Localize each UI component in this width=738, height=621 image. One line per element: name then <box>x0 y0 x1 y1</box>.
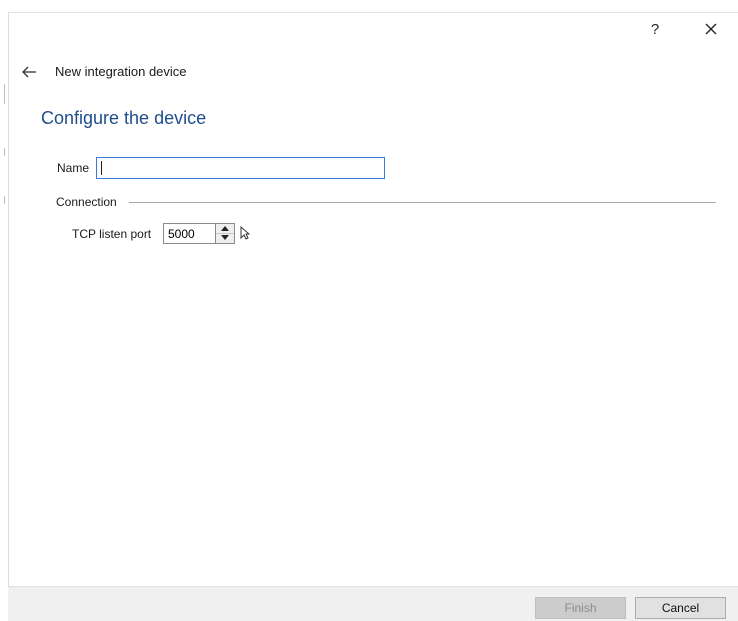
back-button[interactable] <box>18 62 40 82</box>
tcp-port-label: TCP listen port <box>72 227 152 241</box>
name-input[interactable] <box>96 157 385 179</box>
tcp-port-input[interactable] <box>166 225 218 242</box>
arrow-left-icon <box>22 66 36 78</box>
page-heading: Configure the device <box>41 108 207 128</box>
mouse-pointer-icon <box>240 226 250 240</box>
help-button[interactable]: ? <box>640 18 670 40</box>
text-caret <box>101 161 102 175</box>
header-title: New integration device <box>55 64 187 79</box>
close-icon <box>705 23 717 35</box>
triangle-up-icon <box>221 226 229 231</box>
window-edge <box>0 0 8 621</box>
cancel-button[interactable]: Cancel <box>635 597 726 619</box>
spin-down-button[interactable] <box>216 233 234 242</box>
help-label: ? <box>650 20 660 38</box>
close-button[interactable] <box>696 18 726 40</box>
connection-group-label: Connection <box>56 195 117 209</box>
name-label: Name <box>57 161 90 175</box>
spin-buttons <box>215 224 234 243</box>
finish-button[interactable]: Finish <box>535 597 626 619</box>
dialog-window <box>8 12 738 621</box>
tcp-port-spinbox[interactable] <box>163 223 235 244</box>
connection-divider <box>129 202 716 203</box>
dialog-footer <box>8 586 738 621</box>
triangle-down-icon <box>221 235 229 240</box>
